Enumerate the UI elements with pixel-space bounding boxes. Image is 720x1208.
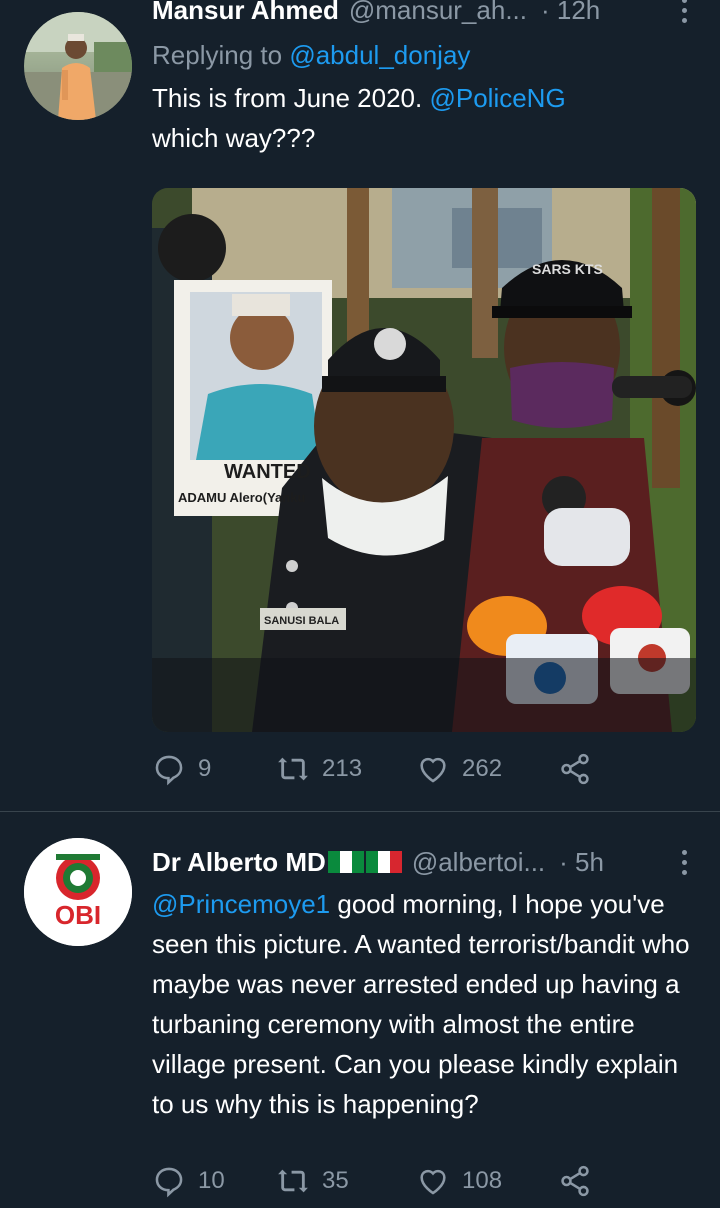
avatar-photo	[24, 12, 132, 120]
italy-flag-icon	[365, 851, 402, 873]
like-button[interactable]: 108	[416, 1164, 558, 1198]
tweet-header: Dr Alberto MD @albertoi... · 5h	[152, 842, 696, 882]
like-icon	[420, 757, 446, 783]
tweet-header: Mansur Ahmed @mansur_ah... · 12h	[152, 0, 696, 30]
poster-name: ADAMU Alero(Yanku	[178, 490, 305, 505]
tweet-text-part: This is from June 2020.	[152, 83, 430, 113]
replying-prefix: Replying to	[152, 40, 290, 70]
mention-link[interactable]: @Princemoye1	[152, 889, 330, 919]
reply-count: 10	[198, 1167, 225, 1194]
author-name[interactable]: Mansur Ahmed	[152, 0, 339, 26]
tweet-text-part: which way???	[152, 123, 316, 153]
like-button[interactable]: 262	[416, 752, 558, 786]
more-icon[interactable]	[672, 849, 696, 875]
replying-to: Replying to @abdul_donjay	[152, 38, 696, 72]
tweet-actions: 10 35 108	[152, 1164, 592, 1198]
like-count: 262	[462, 755, 503, 782]
tweet-actions: 9 213 262	[152, 752, 592, 786]
tweet-alberto[interactable]: OBI Dr Alberto MD @albertoi... · 5h @Pri…	[0, 812, 720, 1208]
poster-title: WANTED	[224, 461, 311, 483]
retweet-count: 35	[322, 1167, 349, 1194]
author-handle[interactable]: @albertoi...	[412, 847, 545, 878]
share-button[interactable]	[558, 752, 592, 786]
like-count: 108	[462, 1167, 503, 1194]
mention-link[interactable]: @PoliceNG	[429, 83, 565, 113]
retweet-count: 213	[322, 755, 363, 782]
tweet-time[interactable]: · 12h	[541, 0, 600, 26]
reply-icon	[155, 1167, 183, 1198]
tweet-text: @Princemoye1 good morning, I hope you've…	[152, 884, 696, 1124]
share-icon	[561, 1165, 589, 1197]
tweet-body: Mansur Ahmed @mansur_ah... · 12h Replyin…	[152, 0, 696, 158]
tweet-text: This is from June 2020. @PoliceNG which …	[152, 78, 696, 158]
author-handle[interactable]: @mansur_ah...	[349, 0, 527, 26]
author-name[interactable]: Dr Alberto MD	[152, 847, 326, 878]
reply-button[interactable]: 10	[152, 1164, 276, 1198]
like-icon	[420, 1169, 446, 1195]
share-icon	[561, 753, 589, 785]
retweet-button[interactable]: 213	[276, 752, 416, 786]
press-conference-photo: WANTED ADAMU Alero(Yanku SARS KTS SANUSI…	[152, 188, 696, 732]
tweet-time[interactable]: · 5h	[559, 847, 604, 878]
cap-text: SARS KTS	[532, 261, 603, 277]
avatar-label: OBI	[55, 900, 101, 930]
tweet-text-part: good morning, I hope you've seen this pi…	[152, 889, 690, 1119]
officer-name-tag: SANUSI BALA	[264, 615, 339, 627]
avatar-mansur[interactable]	[24, 12, 132, 120]
retweet-button[interactable]: 35	[276, 1164, 416, 1198]
avatar-alberto[interactable]: OBI	[24, 838, 132, 946]
obi-logo: OBI	[24, 838, 132, 946]
share-button[interactable]	[558, 1164, 592, 1198]
replying-to-link[interactable]: @abdul_donjay	[289, 40, 470, 70]
tweet-mansur[interactable]: Mansur Ahmed @mansur_ah... · 12h Replyin…	[0, 0, 720, 812]
tweet-photo[interactable]: WANTED ADAMU Alero(Yanku SARS KTS SANUSI…	[152, 188, 696, 732]
retweet-icon	[278, 757, 308, 781]
nigeria-flag-icon	[327, 851, 364, 873]
retweet-icon	[278, 1169, 308, 1193]
reply-count: 9	[198, 755, 212, 782]
more-icon[interactable]	[672, 0, 696, 23]
reply-button[interactable]: 9	[152, 752, 276, 786]
reply-icon	[155, 755, 183, 786]
tweet-body: Dr Alberto MD @albertoi... · 5h @Princem…	[152, 842, 696, 1124]
